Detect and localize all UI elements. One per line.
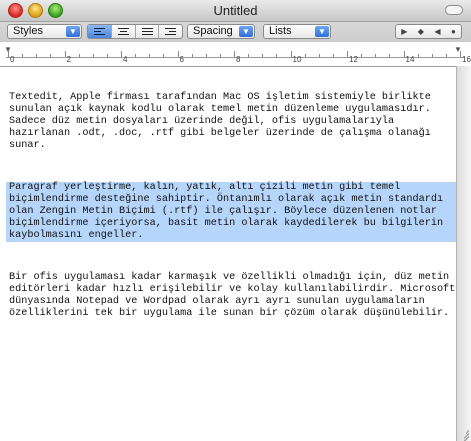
ruler-minor-tick bbox=[135, 54, 137, 57]
ruler-minor-tick bbox=[304, 54, 306, 57]
paragraph-2-selected[interactable]: Paragraf yerleştirme, kalın, yatık, altı… bbox=[6, 182, 464, 242]
ruler-minor-tick bbox=[205, 54, 207, 57]
ruler-minor-tick bbox=[106, 54, 108, 57]
document-text[interactable]: Textedit, Apple firması tarafından Mac O… bbox=[6, 68, 464, 350]
ruler-minor-tick bbox=[262, 54, 264, 57]
ruler-minor-tick bbox=[248, 54, 250, 57]
align-right-button[interactable] bbox=[159, 25, 182, 38]
ruler-major-tick bbox=[290, 51, 292, 57]
ruler-major-tick bbox=[403, 51, 405, 57]
resize-grip-icon[interactable] bbox=[459, 429, 470, 441]
ruler-minor-tick bbox=[22, 54, 24, 57]
ruler-minor-tick bbox=[163, 54, 165, 57]
align-justify-button[interactable] bbox=[136, 25, 160, 38]
ruler-minor-tick bbox=[332, 54, 334, 57]
right-triangle-icon[interactable]: ▶ bbox=[401, 27, 407, 36]
align-left-icon bbox=[94, 28, 105, 37]
align-center-button[interactable] bbox=[112, 25, 136, 38]
ruler-number: 2 bbox=[66, 55, 71, 64]
styles-popup[interactable]: Styles ▼ bbox=[7, 24, 82, 39]
ruler-major-tick bbox=[234, 51, 235, 57]
ruler-number: 14 bbox=[405, 55, 415, 64]
chevron-down-icon: ▼ bbox=[66, 26, 80, 37]
paragraph-3[interactable]: Bir ofis uygulaması kadar karmaşık ve öz… bbox=[9, 272, 461, 320]
ruler-minor-tick bbox=[36, 54, 38, 57]
align-left-button[interactable] bbox=[88, 25, 112, 38]
ruler-number: 6 bbox=[179, 55, 184, 64]
ruler-number: 16 bbox=[462, 55, 471, 64]
lists-popup-label: Lists bbox=[269, 25, 292, 37]
circle-icon[interactable]: ● bbox=[451, 27, 456, 36]
toolbar-toggle-button[interactable] bbox=[445, 5, 463, 15]
ruler-minor-tick bbox=[431, 54, 433, 57]
alignment-control[interactable] bbox=[87, 24, 183, 39]
ruler-major-tick bbox=[121, 51, 122, 57]
ruler-number: 8 bbox=[236, 55, 241, 64]
lists-popup[interactable]: Lists ▼ bbox=[263, 24, 331, 39]
ruler-minor-tick bbox=[318, 54, 320, 57]
textedit-window: Untitled Styles ▼ Spacing ▼ Lists ▼ ▶ ◆ … bbox=[0, 0, 471, 441]
ruler-major-tick bbox=[460, 51, 461, 57]
ruler-major-tick bbox=[177, 51, 179, 57]
ruler-number: 12 bbox=[349, 55, 358, 64]
left-triangle-icon[interactable]: ◀ bbox=[434, 27, 440, 36]
format-bar: Styles ▼ Spacing ▼ Lists ▼ ▶ ◆ ◀ ● bbox=[0, 22, 471, 42]
ruler-number: 10 bbox=[292, 55, 302, 64]
ruler-minor-tick bbox=[389, 54, 391, 57]
paragraph-1[interactable]: Textedit, Apple firması tarafından Mac O… bbox=[9, 92, 461, 152]
spacing-popup[interactable]: Spacing ▼ bbox=[187, 24, 255, 39]
align-justify-icon bbox=[141, 28, 153, 37]
ruler-minor-tick bbox=[219, 54, 221, 57]
ruler-number: 0 bbox=[10, 55, 15, 64]
window-title: Untitled bbox=[213, 3, 258, 18]
styles-popup-label: Styles bbox=[13, 25, 43, 37]
vertical-scrollbar[interactable] bbox=[456, 66, 471, 441]
ruler-minor-tick bbox=[50, 54, 52, 57]
ruler-minor-tick bbox=[191, 54, 193, 57]
title-bar[interactable]: Untitled bbox=[0, 0, 471, 22]
ruler-minor-tick bbox=[417, 54, 419, 57]
ruler-minor-tick bbox=[445, 54, 447, 57]
ruler-minor-tick bbox=[276, 54, 278, 57]
ruler-minor-tick bbox=[78, 54, 80, 57]
ruler-major-tick bbox=[64, 51, 66, 57]
ruler-minor-tick bbox=[149, 54, 151, 57]
chevron-down-icon: ▼ bbox=[315, 26, 329, 37]
ruler-major-tick bbox=[8, 51, 9, 57]
ruler-number: 4 bbox=[123, 55, 128, 64]
ruler-minor-tick bbox=[361, 54, 363, 57]
ruler[interactable]: ▼ ▼ 0 2 4 6 8 10 12 14 16 bbox=[0, 42, 471, 67]
align-center-icon bbox=[117, 28, 129, 37]
ruler-minor-tick bbox=[375, 54, 377, 57]
align-right-icon bbox=[165, 28, 177, 37]
diamond-icon[interactable]: ◆ bbox=[418, 27, 424, 36]
spacing-popup-label: Spacing bbox=[193, 25, 233, 37]
chevron-down-icon: ▼ bbox=[239, 26, 253, 37]
ruler-minor-tick bbox=[92, 54, 94, 57]
ruler-major-tick bbox=[347, 51, 348, 57]
tab-stop-control[interactable]: ▶ ◆ ◀ ● bbox=[395, 24, 462, 39]
